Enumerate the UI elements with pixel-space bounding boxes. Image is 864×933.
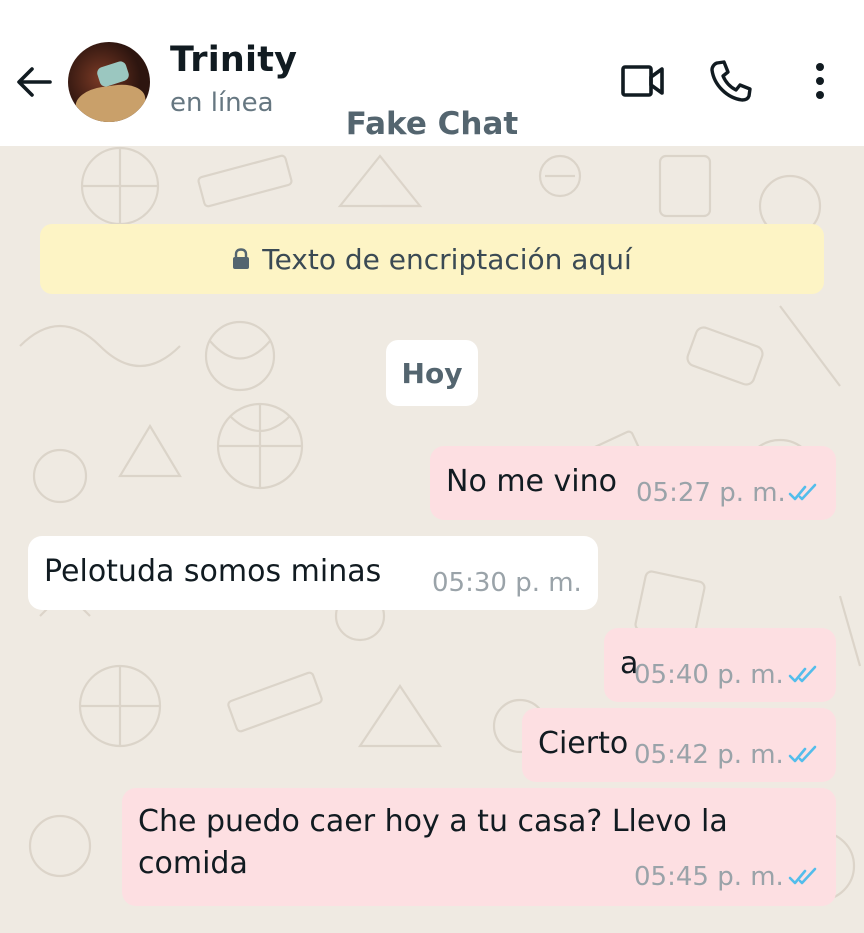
message-time: 05:40 p. m. [634, 660, 784, 690]
message-time: 05:27 p. m. [636, 478, 786, 508]
outgoing-message[interactable]: Cierto 05:42 p. m. [522, 708, 836, 782]
double-check-read-icon [788, 745, 817, 763]
message-text: Pelotuda somos minas [44, 554, 382, 589]
chat-header: Trinity en línea Fake Chat [0, 0, 864, 146]
message-text-line: Che puedo caer hoy a tu casa? Llevo la [138, 804, 728, 839]
more-vertical-icon[interactable] [804, 58, 836, 104]
message-text-line: comida [138, 846, 248, 881]
encryption-notice-text: Texto de encriptación aquí [262, 242, 632, 276]
double-check-read-icon [788, 867, 817, 885]
message-text: No me vino [446, 464, 618, 499]
message-time: 05:45 p. m. [634, 862, 784, 892]
double-check-read-icon [788, 665, 817, 683]
watermark: Fake Chat [345, 106, 519, 142]
phone-icon[interactable] [708, 58, 754, 104]
outgoing-message[interactable]: Che puedo caer hoy a tu casa? Llevo la c… [122, 788, 836, 906]
date-separator: Hoy [386, 340, 478, 406]
double-check-read-icon [788, 483, 817, 501]
outgoing-message[interactable]: No me vino 05:27 p. m. [430, 446, 836, 520]
message-time: 05:30 p. m. [432, 568, 582, 598]
lock-icon [233, 248, 250, 269]
contact-name[interactable]: Trinity [170, 40, 297, 80]
message-time: 05:42 p. m. [634, 740, 784, 770]
arrow-left-icon[interactable] [14, 62, 54, 102]
chat-area[interactable]: Texto de encriptación aquí Hoy No me vin… [0, 146, 864, 933]
video-camera-icon[interactable] [620, 58, 666, 104]
encryption-notice[interactable]: Texto de encriptación aquí [40, 224, 824, 294]
outgoing-message[interactable]: a 05:40 p. m. [604, 628, 836, 702]
incoming-message[interactable]: Pelotuda somos minas 05:30 p. m. [28, 536, 598, 610]
message-text: Cierto [538, 726, 629, 761]
